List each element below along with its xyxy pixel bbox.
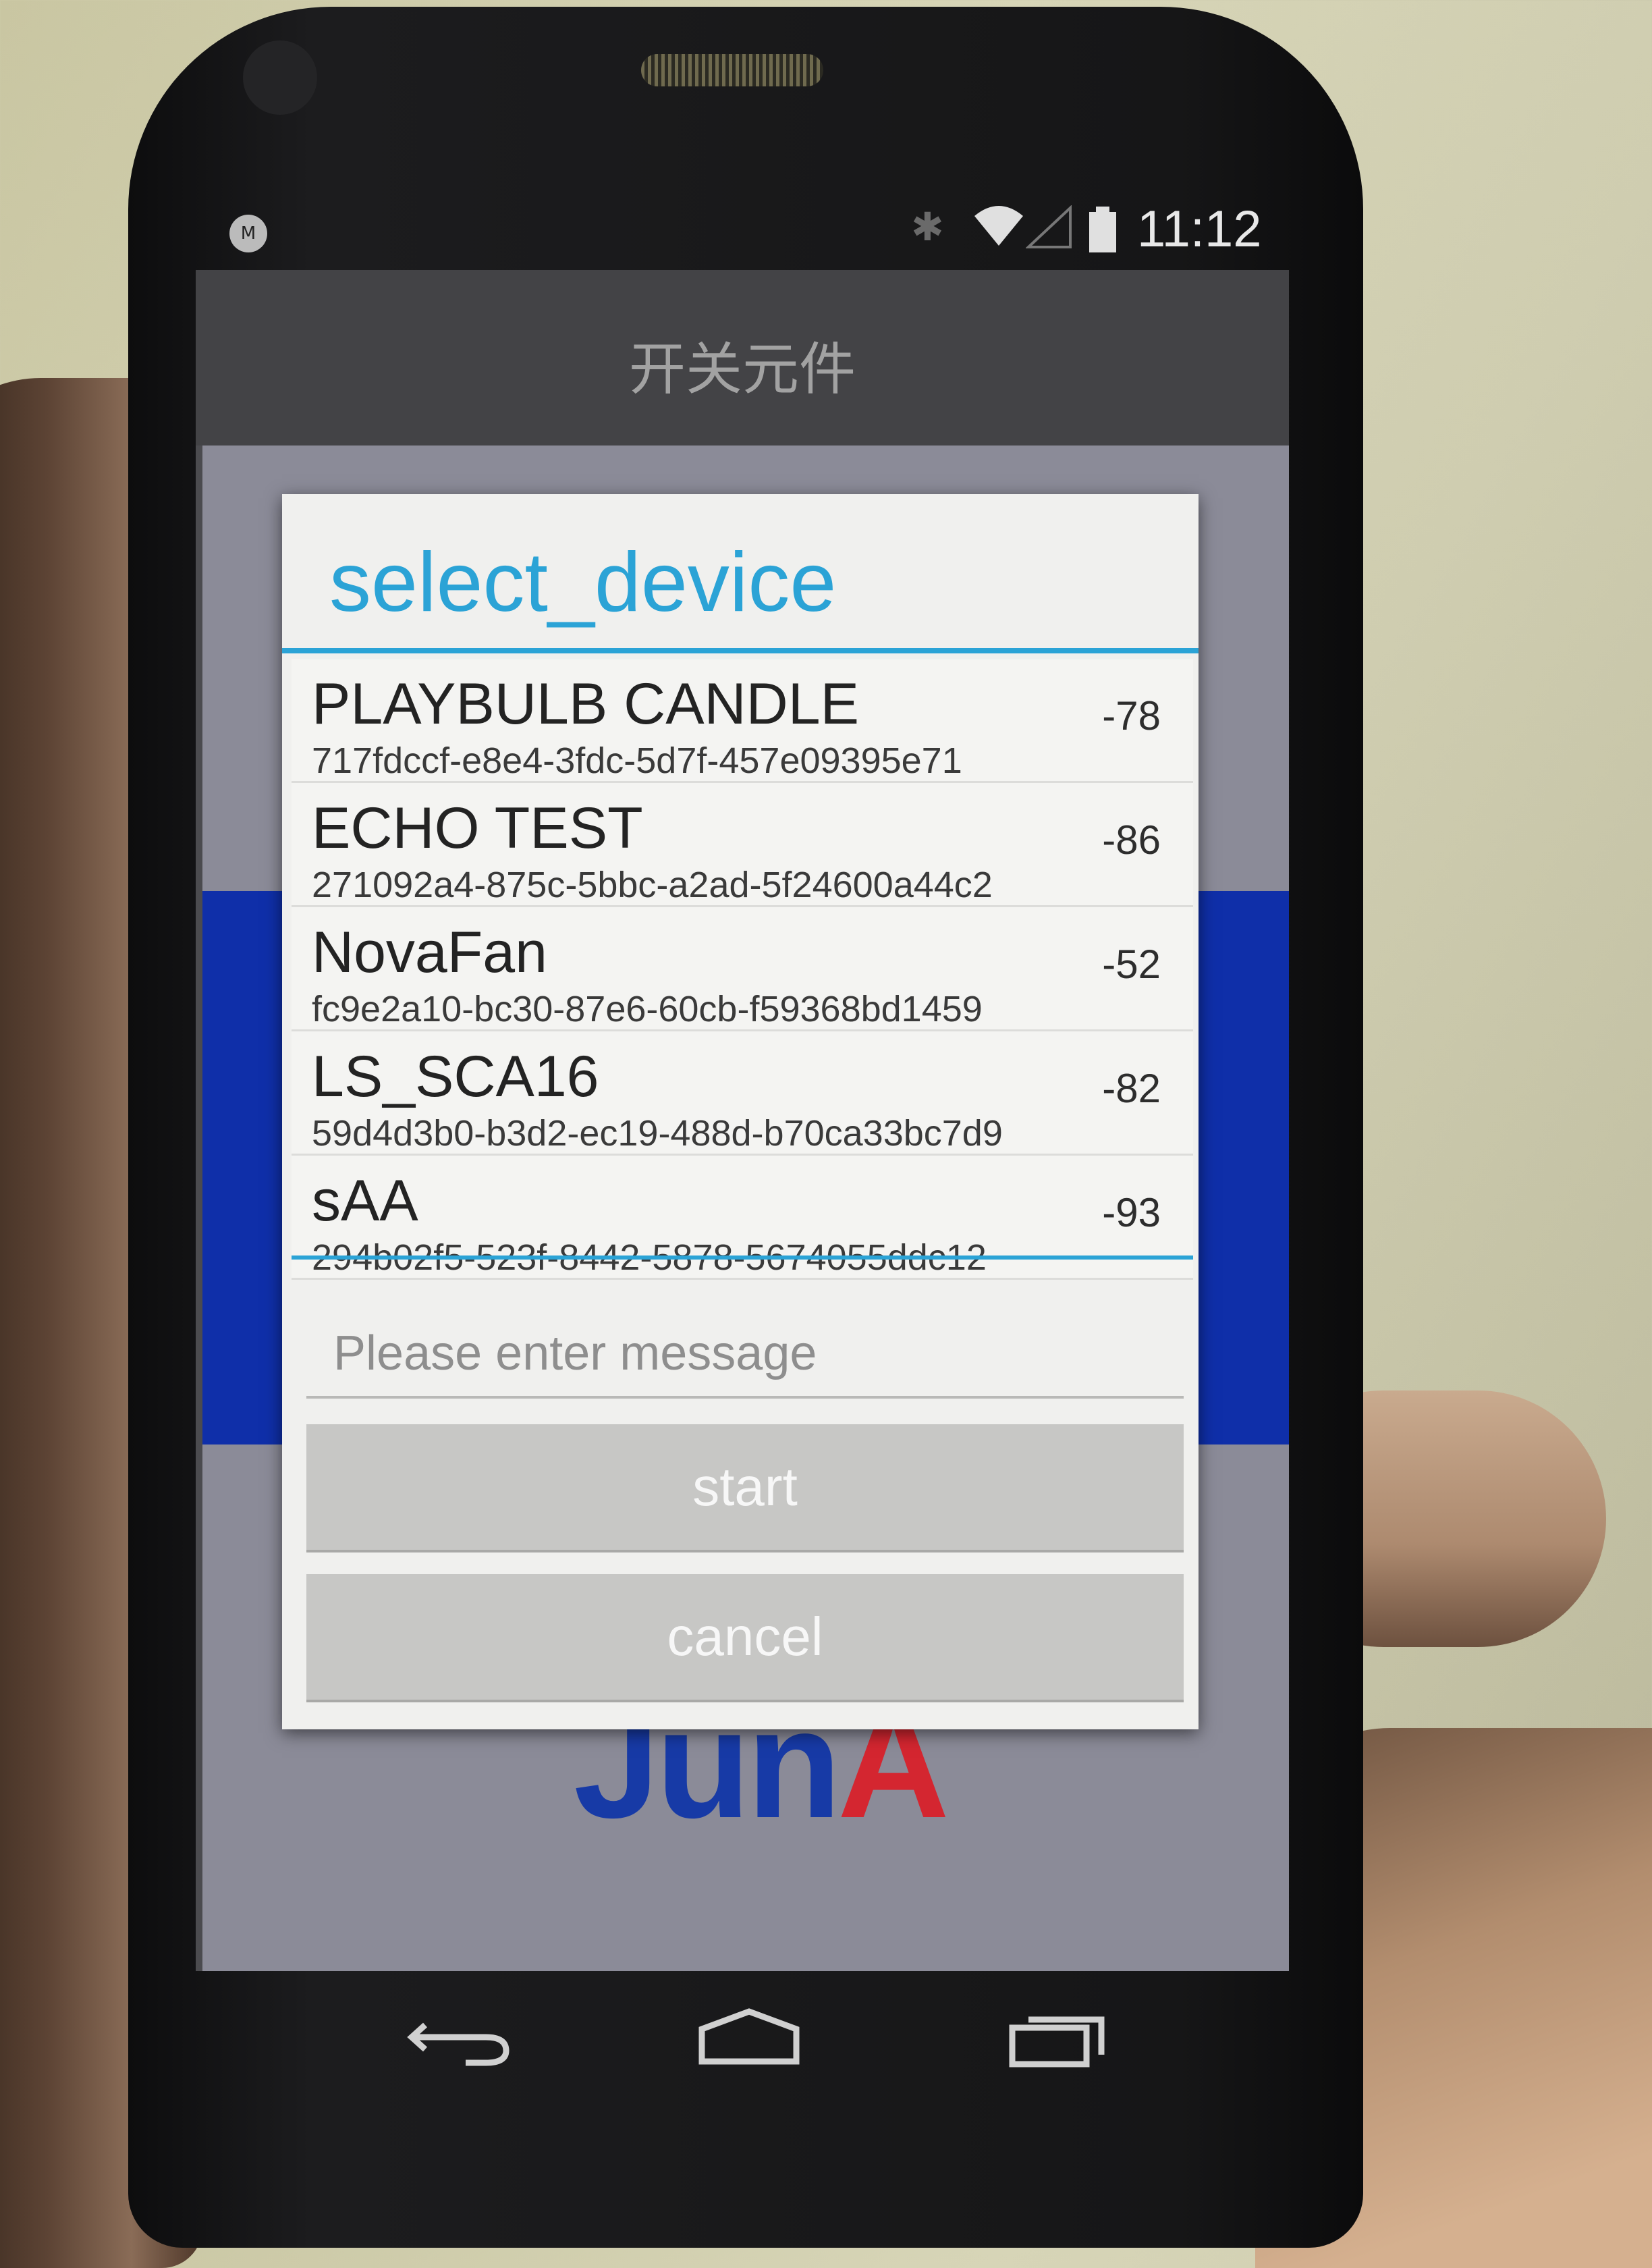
dialog-title: select_device	[329, 536, 837, 629]
home-icon[interactable]	[688, 2005, 810, 2072]
front-camera	[243, 40, 317, 115]
device-uuid: 717fdccf-e8e4-3fdc-5d7f-457e09395e71	[312, 740, 962, 781]
device-list-item[interactable]: NovaFan fc9e2a10-bc30-87e6-60cb-f59368bd…	[292, 907, 1193, 1031]
device-rssi: -82	[1102, 1066, 1161, 1111]
list-divider	[292, 1256, 1193, 1260]
signal-icon	[1026, 205, 1072, 248]
device-uuid: 59d4d3b0-b3d2-ec19-488d-b70ca33bc7d9	[312, 1113, 1003, 1154]
device-rssi: -86	[1102, 817, 1161, 863]
device-list-item[interactable]: PLAYBULB CANDLE 717fdccf-e8e4-3fdc-5d7f-…	[292, 659, 1193, 783]
message-input[interactable]	[306, 1311, 1184, 1399]
device-rssi: -52	[1102, 942, 1161, 987]
title-divider	[282, 648, 1199, 653]
device-rssi: -93	[1102, 1190, 1161, 1235]
earpiece-speaker	[641, 54, 823, 86]
battery-icon	[1089, 207, 1116, 252]
device-name: ECHO TEST	[312, 796, 643, 861]
motorola-logo-icon: M	[229, 215, 267, 252]
device-uuid: 271092a4-875c-5bbc-a2ad-5f24600a44c2	[312, 865, 993, 905]
device-list-item[interactable]: LS_SCA16 59d4d3b0-b3d2-ec19-488d-b70ca33…	[292, 1031, 1193, 1156]
device-name: NovaFan	[312, 920, 547, 985]
device-uuid: fc9e2a10-bc30-87e6-60cb-f59368bd1459	[312, 989, 983, 1029]
clock: 11:12	[1137, 200, 1262, 258]
device-rssi: -78	[1102, 693, 1161, 738]
start-button[interactable]: start	[306, 1424, 1184, 1552]
device-name: PLAYBULB CANDLE	[312, 672, 859, 736]
action-bar: 开关元件	[196, 270, 1289, 446]
cancel-button[interactable]: cancel	[306, 1574, 1184, 1702]
back-icon[interactable]	[398, 2005, 520, 2072]
device-list-item[interactable]: ECHO TEST 271092a4-875c-5bbc-a2ad-5f2460…	[292, 783, 1193, 907]
device-list[interactable]: PLAYBULB CANDLE 717fdccf-e8e4-3fdc-5d7f-…	[292, 659, 1193, 1415]
wifi-icon	[974, 206, 1023, 246]
recents-icon[interactable]	[999, 2005, 1120, 2072]
device-list-item[interactable]: sAA 294b02f5-523f-8442-5878-5674055ddc12…	[292, 1156, 1193, 1280]
navigation-bar	[196, 1971, 1289, 2106]
bluetooth-icon: ✱	[911, 204, 944, 250]
select-device-dialog: select_device PLAYBULB CANDLE 717fdccf-e…	[282, 494, 1199, 1729]
device-name: LS_SCA16	[312, 1044, 599, 1109]
status-bar: ✱ 11:12	[891, 190, 1269, 265]
app-title: 开关元件	[628, 336, 856, 402]
device-name: sAA	[312, 1168, 418, 1233]
